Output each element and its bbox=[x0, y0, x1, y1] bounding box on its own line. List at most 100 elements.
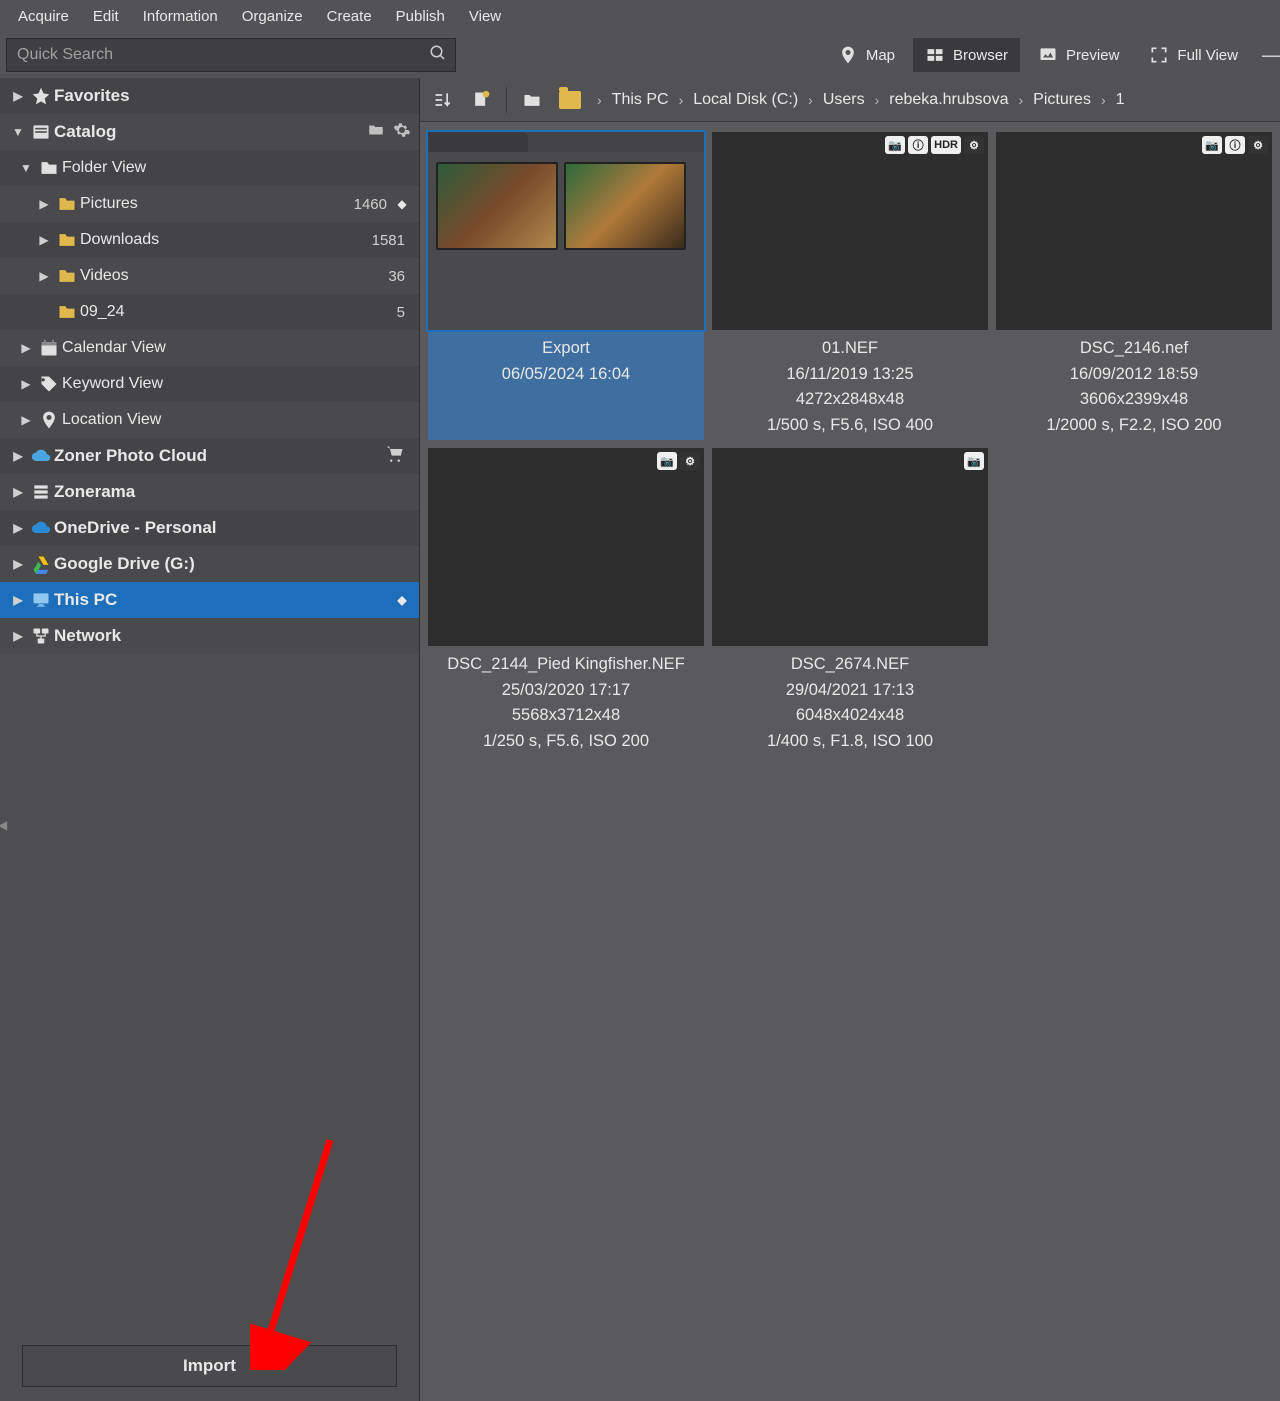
thumb-folder-export[interactable]: Export 06/05/2024 16:04 bbox=[428, 132, 704, 440]
bc-user[interactable]: rebeka.hrubsova bbox=[889, 91, 1008, 109]
expand-arrow-icon[interactable]: ▶ bbox=[8, 485, 28, 499]
expand-arrow-icon[interactable]: ▶ bbox=[34, 269, 54, 283]
new-file-icon[interactable] bbox=[464, 84, 498, 116]
expand-arrow-icon[interactable]: ▶ bbox=[8, 521, 28, 535]
toolbar-overflow[interactable]: — bbox=[1256, 42, 1274, 68]
search-icon[interactable] bbox=[429, 44, 447, 67]
sort-chevron-icon[interactable]: ◆ bbox=[393, 593, 411, 607]
catalog-icon bbox=[28, 122, 54, 142]
view-preview-label: Preview bbox=[1066, 47, 1119, 64]
folder-view-label: Folder View bbox=[62, 159, 411, 177]
thumb-dims: 4272x2848x48 bbox=[716, 387, 984, 413]
thumb-dims: 6048x4024x48 bbox=[716, 703, 984, 729]
tree-calendar[interactable]: ▶ Calendar View bbox=[0, 330, 419, 366]
thumb-01-nef[interactable]: 📷 ⓘ HDR ⚙ 01.NEF 16/11/2019 13:25 4272x2… bbox=[712, 132, 988, 440]
camera-icon: 📷 bbox=[964, 452, 984, 470]
tree-network[interactable]: ▶ Network bbox=[0, 618, 419, 654]
tree-location[interactable]: ▶ Location View bbox=[0, 402, 419, 438]
tree-onedrive[interactable]: ▶ OneDrive - Personal bbox=[0, 510, 419, 546]
bc-last[interactable]: 1 bbox=[1116, 91, 1125, 109]
thumb-dsc-2144[interactable]: 📷 ⚙ DSC_2144_Pied Kingfisher.NEF 25/03/2… bbox=[428, 448, 704, 756]
onedrive-icon bbox=[28, 518, 54, 538]
tree-folder-view[interactable]: ▼ Folder View bbox=[0, 150, 419, 186]
tree-this-pc[interactable]: ▶ This PC ◆ bbox=[0, 582, 419, 618]
menu-publish[interactable]: Publish bbox=[384, 4, 457, 29]
hdr-badge: HDR bbox=[931, 136, 961, 154]
view-preview[interactable]: Preview bbox=[1026, 38, 1131, 72]
tree-zonerama[interactable]: ▶ Zonerama bbox=[0, 474, 419, 510]
expand-arrow-icon[interactable]: ▶ bbox=[34, 197, 54, 211]
videos-label: Videos bbox=[80, 267, 388, 285]
tree-zoner-photo-cloud[interactable]: ▶ Zoner Photo Cloud bbox=[0, 438, 419, 474]
chevron-right-icon: › bbox=[1095, 92, 1112, 108]
cart-icon[interactable] bbox=[385, 444, 405, 469]
chevron-right-icon: › bbox=[1012, 92, 1029, 108]
tree-downloads[interactable]: ▶ Downloads 1581 bbox=[0, 222, 419, 258]
camera-icon: 📷 bbox=[885, 136, 905, 154]
expand-arrow-icon[interactable]: ▶ bbox=[34, 233, 54, 247]
tree-catalog[interactable]: ▼ Catalog bbox=[0, 114, 419, 150]
menubar: Acquire Edit Information Organize Create… bbox=[0, 0, 1280, 32]
thumb-exif: 1/500 s, F5.6, ISO 400 bbox=[716, 413, 984, 439]
0924-label: 09_24 bbox=[80, 303, 397, 321]
bc-users[interactable]: Users bbox=[823, 91, 865, 109]
expand-arrow-icon[interactable]: ▶ bbox=[8, 593, 28, 607]
content: › This PC › Local Disk (C:) › Users › re… bbox=[420, 78, 1280, 1401]
collapse-arrow-icon[interactable]: ▼ bbox=[16, 161, 36, 175]
folder-yellow-icon bbox=[54, 302, 80, 322]
expand-arrow-icon[interactable]: ▶ bbox=[8, 449, 28, 463]
camera-icon: 📷 bbox=[657, 452, 677, 470]
thumb-name: 01.NEF bbox=[716, 336, 984, 362]
tree-gdrive[interactable]: ▶ Google Drive (G:) bbox=[0, 546, 419, 582]
bc-pictures[interactable]: Pictures bbox=[1033, 91, 1091, 109]
view-browser[interactable]: Browser bbox=[913, 38, 1020, 72]
expand-arrow-icon[interactable]: ▶ bbox=[16, 341, 36, 355]
sidebar: ▶ Favorites ▼ Catalog ▼ Folder View ▶ bbox=[0, 78, 420, 1401]
bc-thispc[interactable]: This PC bbox=[612, 91, 669, 109]
tree-pictures[interactable]: ▶ Pictures 1460 ◆ bbox=[0, 186, 419, 222]
import-button[interactable]: Import bbox=[22, 1345, 397, 1387]
zpc-label: Zoner Photo Cloud bbox=[54, 446, 385, 466]
folder-up-icon[interactable] bbox=[515, 84, 549, 116]
gear-icon[interactable] bbox=[393, 121, 411, 144]
folder-current-icon[interactable] bbox=[553, 84, 587, 116]
sort-az-icon[interactable] bbox=[426, 84, 460, 116]
tree-keyword[interactable]: ▶ Keyword View bbox=[0, 366, 419, 402]
menu-create[interactable]: Create bbox=[315, 4, 384, 29]
tag-icon bbox=[36, 374, 62, 394]
expand-arrow-icon[interactable]: ▶ bbox=[16, 413, 36, 427]
gdrive-label: Google Drive (G:) bbox=[54, 554, 411, 574]
expand-arrow-icon[interactable]: ▶ bbox=[8, 629, 28, 643]
menu-organize[interactable]: Organize bbox=[230, 4, 315, 29]
folder-yellow-icon bbox=[54, 266, 80, 286]
thumb-name: DSC_2674.NEF bbox=[716, 652, 984, 678]
expand-arrow-icon[interactable]: ▶ bbox=[8, 89, 28, 103]
tree: ▶ Favorites ▼ Catalog ▼ Folder View ▶ bbox=[0, 78, 419, 1335]
expand-arrow-icon[interactable]: ▶ bbox=[16, 377, 36, 391]
menu-acquire[interactable]: Acquire bbox=[6, 4, 81, 29]
zonerama-label: Zonerama bbox=[54, 482, 411, 502]
new-folder-icon[interactable] bbox=[367, 121, 385, 144]
network-label: Network bbox=[54, 626, 411, 646]
info-icon: ⓘ bbox=[1225, 136, 1245, 154]
menu-information[interactable]: Information bbox=[131, 4, 230, 29]
menu-view[interactable]: View bbox=[457, 4, 513, 29]
menu-edit[interactable]: Edit bbox=[81, 4, 131, 29]
expand-arrow-icon[interactable]: ▶ bbox=[8, 557, 28, 571]
tree-videos[interactable]: ▶ Videos 36 bbox=[0, 258, 419, 294]
view-fullview[interactable]: Full View bbox=[1137, 38, 1250, 72]
thumb-exif: 1/250 s, F5.6, ISO 200 bbox=[432, 729, 700, 755]
zonerama-icon bbox=[28, 482, 54, 502]
search-input[interactable] bbox=[15, 45, 429, 65]
bc-localdisk[interactable]: Local Disk (C:) bbox=[693, 91, 798, 109]
camera-icon: 📷 bbox=[1202, 136, 1222, 154]
thumb-dsc-2146[interactable]: 📷 ⓘ ⚙ DSC_2146.nef 16/09/2012 18:59 3606… bbox=[996, 132, 1272, 440]
tree-favorites[interactable]: ▶ Favorites bbox=[0, 78, 419, 114]
sidebar-collapse-handle[interactable]: ◀ bbox=[0, 818, 8, 838]
collapse-arrow-icon[interactable]: ▼ bbox=[8, 125, 28, 139]
view-map[interactable]: Map bbox=[826, 38, 907, 72]
tree-0924[interactable]: 09_24 5 bbox=[0, 294, 419, 330]
thumb-dsc-2674[interactable]: 📷 DSC_2674.NEF 29/04/2021 17:13 6048x402… bbox=[712, 448, 988, 756]
cloud-icon bbox=[28, 446, 54, 466]
sort-chevron-icon[interactable]: ◆ bbox=[393, 197, 411, 211]
